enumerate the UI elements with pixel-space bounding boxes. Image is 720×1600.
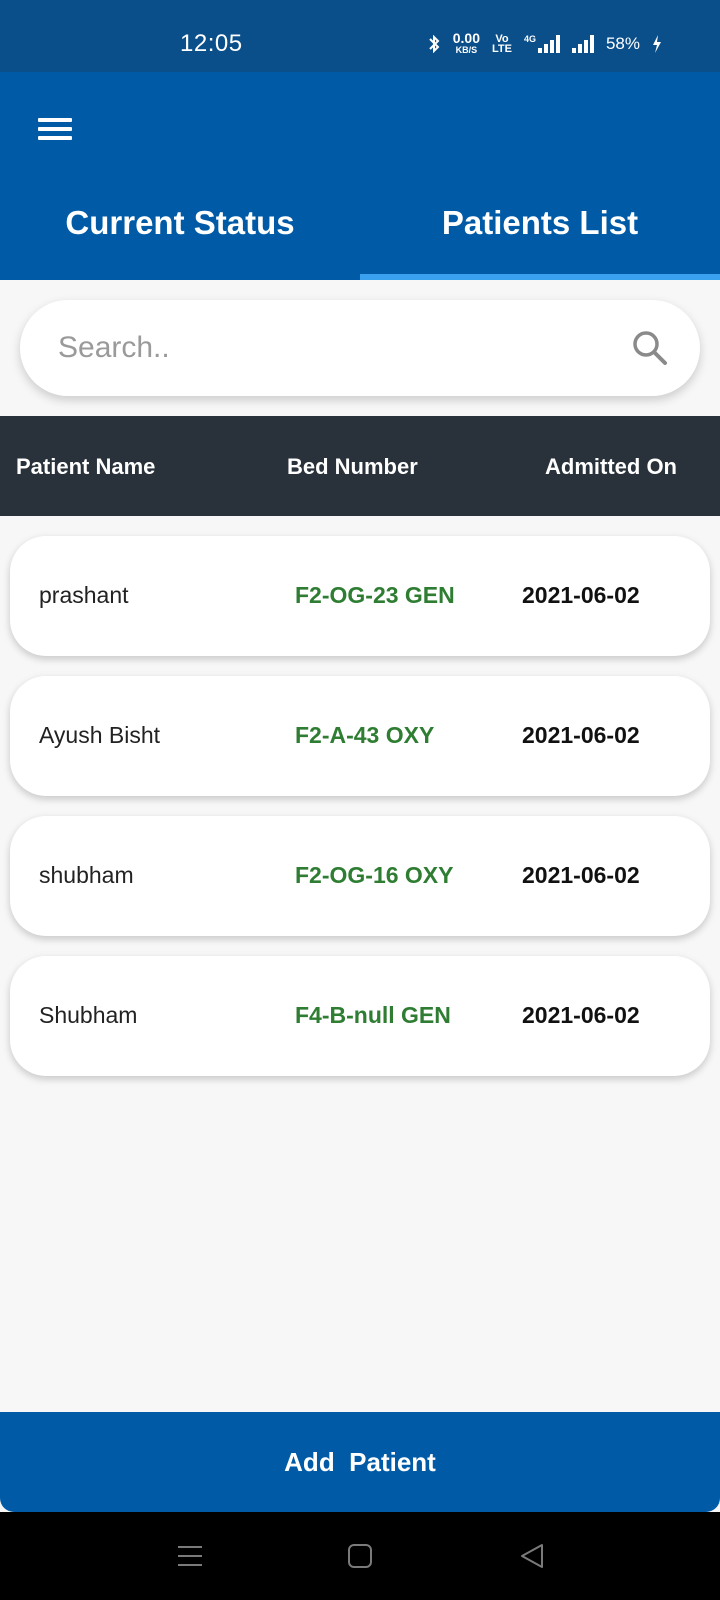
- admitted-date: 2021-06-02: [522, 582, 640, 608]
- app-bar: Current Status Patients List: [0, 72, 720, 280]
- bed-number: F2-OG-16 OXY: [295, 862, 454, 888]
- data-speed-unit: KB/S: [455, 45, 478, 55]
- back-icon[interactable]: [518, 1542, 546, 1570]
- bed-number: F4-B-null GEN: [295, 1002, 451, 1028]
- column-header-admitted-on: Admitted On: [545, 454, 677, 479]
- network-type: 4G: [523, 33, 536, 44]
- add-patient-button[interactable]: Add Patient: [0, 1412, 720, 1512]
- volte-indicator: Vo LTE: [491, 32, 512, 55]
- volte-bottom: LTE: [491, 42, 512, 55]
- data-speed: 0.00 KB/S: [452, 30, 480, 55]
- home-icon[interactable]: [346, 1542, 374, 1570]
- patient-name: prashant: [39, 582, 129, 608]
- column-header-bed-number: Bed Number: [287, 454, 418, 479]
- patient-row[interactable]: Shubham F4-B-null GEN 2021-06-02: [10, 956, 710, 1076]
- patient-row[interactable]: Ayush Bisht F2-A-43 OXY 2021-06-02: [10, 676, 710, 796]
- status-icons: 0.00 KB/S Vo LTE 4G 58%: [427, 30, 662, 55]
- battery-percent: 58%: [605, 33, 640, 53]
- bluetooth-icon: [429, 34, 440, 53]
- hamburger-menu-icon[interactable]: [36, 114, 76, 142]
- data-speed-value: 0.00: [452, 30, 480, 46]
- bed-number: F2-OG-23 GEN: [295, 582, 455, 608]
- tab-current-status[interactable]: Current Status: [0, 204, 360, 242]
- bed-number: F2-A-43 OXY: [295, 722, 435, 748]
- search-box: [20, 300, 700, 396]
- system-nav-bar: [0, 1512, 720, 1600]
- patient-row[interactable]: prashant F2-OG-23 GEN 2021-06-02: [10, 536, 710, 656]
- patient-row[interactable]: shubham F2-OG-16 OXY 2021-06-02: [10, 816, 710, 936]
- signal-icon-2: [571, 34, 594, 53]
- admitted-date: 2021-06-02: [522, 862, 640, 888]
- patient-name: shubham: [39, 862, 134, 888]
- recent-apps-icon[interactable]: [176, 1542, 204, 1570]
- search-input[interactable]: [58, 320, 598, 376]
- status-bar: 12:05 0.00 KB/S Vo LTE 4G 58%: [0, 0, 720, 72]
- tab-indicator: [360, 274, 720, 280]
- tab-patients-list[interactable]: Patients List: [360, 204, 720, 242]
- column-header-patient-name: Patient Name: [16, 454, 156, 479]
- search-icon[interactable]: [630, 328, 670, 368]
- patient-name: Ayush Bisht: [39, 722, 161, 748]
- admitted-date: 2021-06-02: [522, 1002, 640, 1028]
- battery-charging-icon: [653, 34, 661, 53]
- signal-icon: [537, 34, 560, 53]
- patient-name: Shubham: [39, 1002, 138, 1028]
- volte-top: Vo: [495, 32, 509, 45]
- admitted-date: 2021-06-02: [522, 722, 640, 748]
- network-signal: 4G: [523, 33, 560, 53]
- table-header: Patient Name Bed Number Admitted On: [0, 416, 720, 516]
- status-time: 12:05: [180, 30, 243, 57]
